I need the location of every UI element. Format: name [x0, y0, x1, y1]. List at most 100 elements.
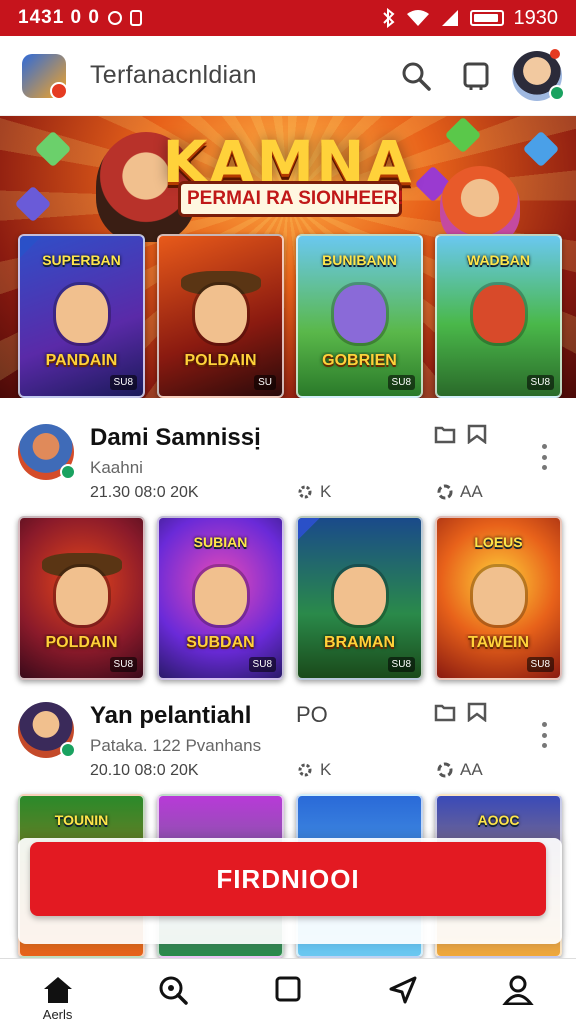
- folder-icon[interactable]: [434, 702, 456, 722]
- game-card[interactable]: LOEUS TAWEIN SU8: [435, 516, 562, 680]
- profile-icon: [502, 975, 534, 1005]
- card-tag: SU8: [387, 657, 415, 672]
- card-tag: SU8: [109, 657, 137, 672]
- post-meta: 21.30 08:0 20K: [90, 484, 199, 501]
- post-stat: K: [296, 760, 331, 780]
- folder-icon[interactable]: [434, 424, 456, 444]
- dot: [541, 732, 547, 738]
- cta-container: FIRDNIOOI: [18, 838, 562, 944]
- post-stat-value: K: [320, 482, 332, 501]
- bottom-navigation: Aerls: [0, 958, 576, 1024]
- post-title[interactable]: Yan pelantiahl: [90, 702, 251, 730]
- game-card[interactable]: SUPERBAN PANDAIN SU8: [18, 234, 145, 398]
- game-card[interactable]: BRAMAN SU8: [296, 516, 423, 680]
- post-stat: AA: [436, 760, 483, 780]
- post-avatar[interactable]: [18, 702, 76, 758]
- post-stat-value: AA: [460, 482, 483, 501]
- card-character: [194, 567, 247, 626]
- search-button[interactable]: [390, 50, 442, 102]
- game-card[interactable]: POLDAIN SU8: [18, 516, 145, 680]
- game-card[interactable]: WADBAN SU8: [435, 234, 562, 398]
- primary-cta-button[interactable]: FIRDNIOOI: [30, 842, 546, 916]
- card-top-label: SUBIAN: [193, 534, 248, 550]
- profile-avatar[interactable]: [512, 48, 565, 101]
- status-time-left: 1431 0 0: [18, 7, 100, 28]
- battery-icon: [469, 10, 504, 26]
- status-left: 1431 0 0: [18, 7, 142, 29]
- refresh-icon: [437, 762, 453, 778]
- post-subtitle: Pataka. 122 Pvanhans: [90, 736, 262, 755]
- card-character: [55, 285, 108, 344]
- dot: [541, 743, 547, 748]
- record-icon: [107, 11, 122, 25]
- home-icon: [43, 977, 72, 1003]
- nav-library[interactable]: [248, 975, 328, 1023]
- nav-discover[interactable]: [133, 975, 213, 1023]
- card-character: [194, 285, 247, 344]
- hero-subtitle: PERMAI RA SIONHEER!: [178, 181, 404, 217]
- post-title[interactable]: Dami Samnissị: [90, 424, 261, 452]
- online-badge: [60, 464, 76, 480]
- card-top-label: WADBAN: [467, 252, 530, 268]
- card-top-label: LOEUS: [474, 534, 523, 550]
- game-card[interactable]: BUNIBANN GOBRIEN SU8: [296, 234, 423, 398]
- refresh-icon: [437, 484, 453, 500]
- dot: [541, 722, 547, 727]
- notification-dot: [550, 48, 560, 59]
- gear-icon: [298, 763, 312, 777]
- post-actions: [434, 702, 488, 722]
- app-logo[interactable]: [22, 53, 68, 100]
- post-subtitle: Kaahni: [90, 458, 143, 477]
- hero-card-row: SUPERBAN PANDAIN SU8 POLDAIN SU BUNIBANN…: [18, 234, 562, 398]
- card-top-label: BUNIBANN: [322, 252, 397, 268]
- more-options-button[interactable]: [532, 440, 556, 474]
- app-title: Terfanacnldian: [90, 61, 257, 89]
- notification-icon: [129, 10, 142, 26]
- post-header: Dami Samnissị Kaahni 21.30 08:0 20K K AA: [0, 414, 576, 502]
- nav-profile[interactable]: [478, 975, 558, 1023]
- nav-send[interactable]: [363, 975, 443, 1023]
- status-time-right: 1930: [513, 6, 559, 29]
- nav-label: Aerls: [42, 1007, 73, 1022]
- bookmark-icon[interactable]: [466, 424, 488, 444]
- card-corner: [298, 518, 320, 540]
- send-icon: [389, 976, 417, 1004]
- card-tag: SU8: [109, 375, 137, 390]
- card-tag: SU8: [387, 375, 415, 390]
- online-badge: [549, 84, 565, 101]
- post-avatar[interactable]: [18, 424, 76, 480]
- card-character: [55, 567, 108, 626]
- bookmark-icon[interactable]: [466, 702, 488, 722]
- card-character: [472, 285, 525, 344]
- dot: [541, 465, 547, 470]
- library-button[interactable]: [450, 50, 502, 102]
- post-card-row: POLDAIN SU8 SUBIAN SUBDAN SU8 BRAMAN SU8…: [18, 516, 562, 680]
- card-label: BRAMAN: [323, 634, 396, 651]
- dot: [541, 444, 547, 449]
- game-card[interactable]: SUBIAN SUBDAN SU8: [157, 516, 284, 680]
- dot: [541, 454, 547, 460]
- card-character: [472, 567, 525, 626]
- card-label: SUBDAN: [186, 634, 255, 651]
- card-tag: SU8: [248, 657, 276, 672]
- hero-banner[interactable]: KAMNA PERMAI RA SIONHEER! SUPERBAN PANDA…: [0, 116, 576, 398]
- card-label: PANDAIN: [45, 352, 118, 369]
- post-stat-value: K: [320, 760, 332, 779]
- post-meta: 20.10 08:0 20K: [90, 762, 199, 779]
- post-stat: K: [296, 482, 331, 502]
- card-character: [333, 285, 386, 344]
- more-options-button[interactable]: [532, 718, 556, 752]
- card-label: POLDAIN: [184, 352, 257, 369]
- status-right: 1930: [382, 6, 559, 30]
- discover-icon: [159, 976, 188, 1005]
- nav-home[interactable]: Aerls: [18, 975, 98, 1023]
- online-badge: [60, 742, 76, 758]
- status-bar: 1431 0 0 1930: [0, 0, 576, 36]
- card-tag: SU: [254, 375, 276, 390]
- game-card[interactable]: POLDAIN SU: [157, 234, 284, 398]
- card-tag: SU8: [526, 657, 554, 672]
- post-actions: [434, 424, 488, 444]
- post-header: Yan pelantiahl PO Pataka. 122 Pvanhans 2…: [0, 692, 576, 780]
- card-top-label: TOUNIN: [54, 812, 109, 828]
- wifi-icon: [406, 10, 429, 26]
